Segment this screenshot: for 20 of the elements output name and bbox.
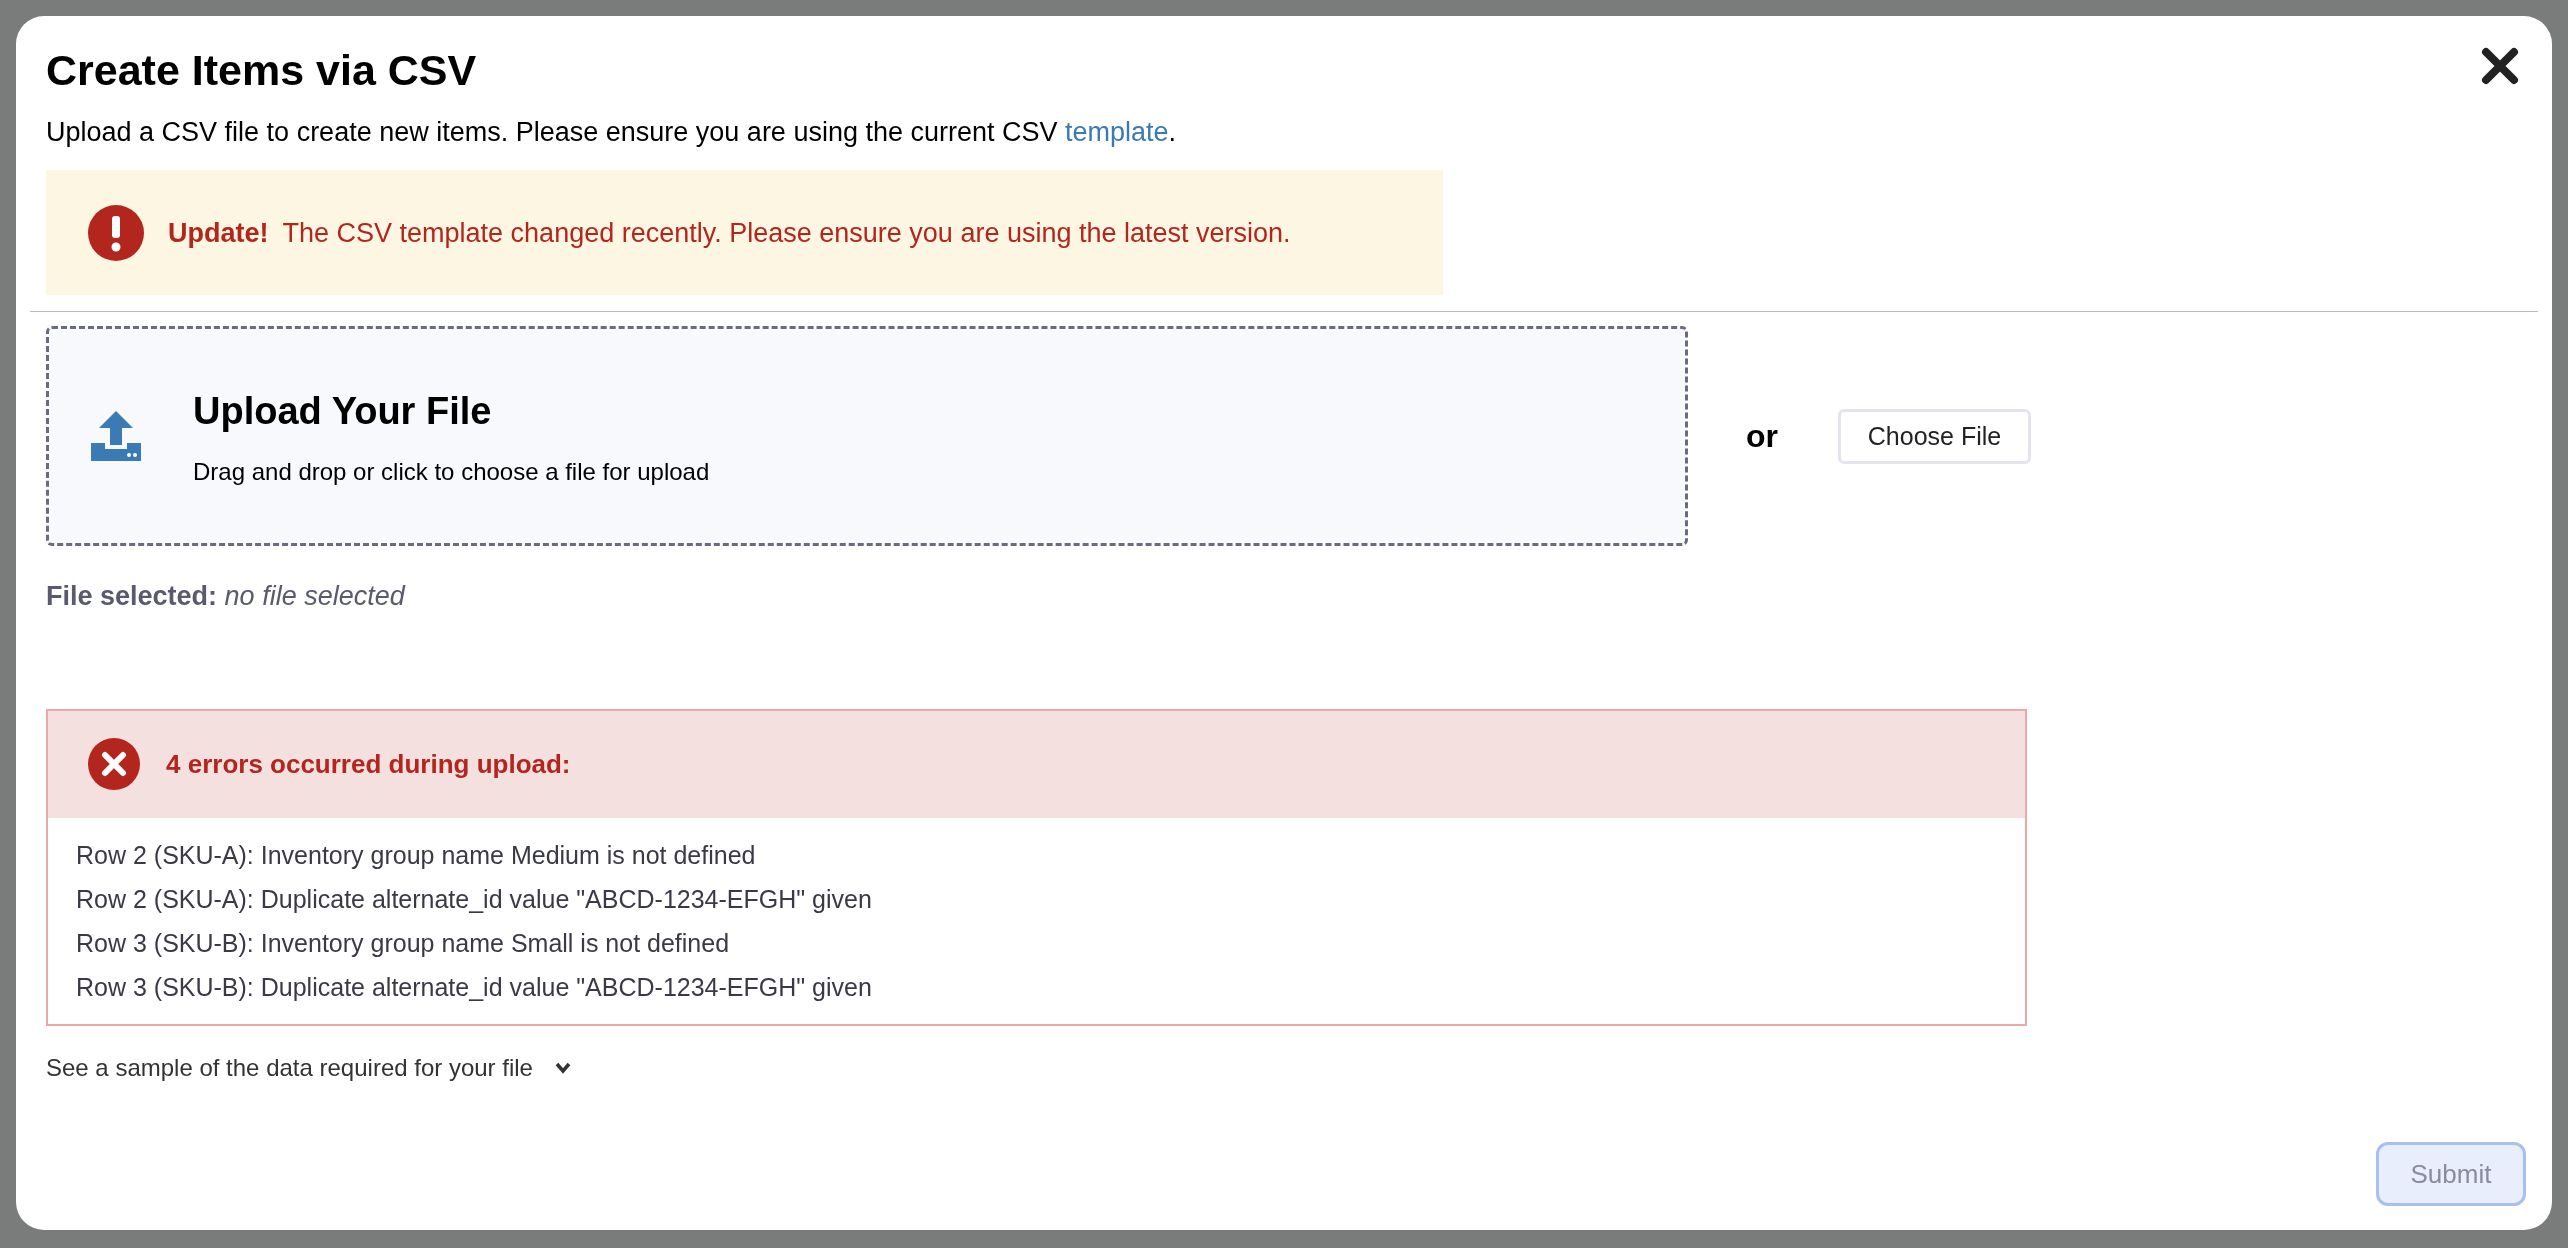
error-message: Row 2 (SKU-A): Inventory group name Medium is not defined [76, 839, 757, 870]
template-link[interactable]: template [1065, 116, 1169, 147]
file-dropzone[interactable]: Upload Your File Drag and drop or click to choose a file for upload [46, 326, 1688, 547]
upload-icon [89, 409, 143, 464]
error-title: 4 errors occurred during upload: [166, 747, 571, 781]
close-icon [2481, 47, 2519, 85]
error-message: Row 3 (SKU-B): Inventory group name Small is not defined [76, 927, 731, 958]
error-icon [88, 738, 140, 791]
dropzone-title: Upload Your File [193, 388, 493, 434]
notice-text: Update! The CSV template changed recently. Please ensure you are using the latest version. [168, 216, 1291, 250]
dropzone-hint: Drag and drop or click to choose a file for upload [193, 456, 710, 487]
error-message: Row 3 (SKU-B): Duplicate alternate_id value "ABCD-1234-EFGH" given [76, 971, 873, 1002]
choose-file-button[interactable]: Choose File [1838, 408, 2031, 464]
sample-data-toggle[interactable]: See a sample of the data required for your file [46, 1049, 571, 1086]
exclamation-icon [88, 204, 144, 261]
modal-title: Create Items via CSV [46, 45, 477, 96]
intro-text: Upload a CSV file to create new items. Please ensure you are using the current CSV template. [45, 115, 1178, 149]
file-selected-text: File selected: no file selected [45, 580, 407, 614]
or-text: or [1746, 417, 1778, 457]
error-message: Row 2 (SKU-A): Duplicate alternate_id value "ABCD-1234-EFGH" given [76, 883, 873, 914]
